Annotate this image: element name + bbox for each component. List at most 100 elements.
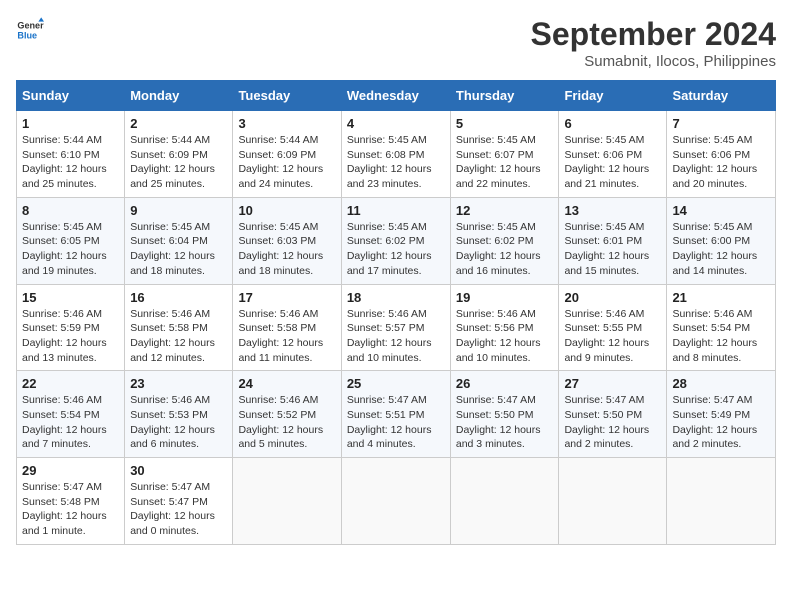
day-info: Sunrise: 5:46 AM Sunset: 5:59 PM Dayligh… (22, 307, 119, 366)
day-info: Sunrise: 5:46 AM Sunset: 5:56 PM Dayligh… (456, 307, 554, 366)
table-cell: 30 Sunrise: 5:47 AM Sunset: 5:47 PM Dayli… (125, 458, 233, 545)
header-row: Sunday Monday Tuesday Wednesday Thursday… (17, 81, 776, 111)
day-number: 11 (347, 203, 445, 218)
day-number: 16 (130, 290, 227, 305)
day-number: 28 (672, 376, 770, 391)
day-number: 26 (456, 376, 554, 391)
day-info: Sunrise: 5:47 AM Sunset: 5:48 PM Dayligh… (22, 480, 119, 539)
day-info: Sunrise: 5:45 AM Sunset: 6:03 PM Dayligh… (238, 220, 335, 279)
day-info: Sunrise: 5:47 AM Sunset: 5:47 PM Dayligh… (130, 480, 227, 539)
svg-text:General: General (17, 21, 44, 31)
table-cell (559, 458, 667, 545)
month-title: September 2024 (531, 16, 776, 53)
col-thursday: Thursday (450, 81, 559, 111)
table-cell: 8Sunrise: 5:45 AM Sunset: 6:05 PM Daylig… (17, 197, 125, 284)
day-number: 1 (22, 116, 119, 131)
table-cell (341, 458, 450, 545)
table-cell: 5 Sunrise: 5:45 AM Sunset: 6:07 PM Daylig… (450, 111, 559, 198)
day-info: Sunrise: 5:45 AM Sunset: 6:01 PM Dayligh… (564, 220, 661, 279)
col-saturday: Saturday (667, 81, 776, 111)
svg-text:Blue: Blue (17, 30, 37, 40)
table-cell: 20Sunrise: 5:46 AM Sunset: 5:55 PM Dayli… (559, 284, 667, 371)
day-info: Sunrise: 5:44 AM Sunset: 6:09 PM Dayligh… (238, 133, 335, 192)
day-info: Sunrise: 5:47 AM Sunset: 5:50 PM Dayligh… (564, 393, 661, 452)
table-cell: 10 Sunrise: 5:45 AM Sunset: 6:03 PM Dayli… (233, 197, 341, 284)
table-cell: 23 Sunrise: 5:46 AM Sunset: 5:53 PM Dayli… (125, 371, 233, 458)
table-cell: 18Sunrise: 5:46 AM Sunset: 5:57 PM Dayli… (341, 284, 450, 371)
day-number: 24 (238, 376, 335, 391)
table-cell: 19Sunrise: 5:46 AM Sunset: 5:56 PM Dayli… (450, 284, 559, 371)
table-cell: 29 Sunrise: 5:47 AM Sunset: 5:48 PM Dayli… (17, 458, 125, 545)
table-cell: 7 Sunrise: 5:45 AM Sunset: 6:06 PM Daylig… (667, 111, 776, 198)
day-number: 12 (456, 203, 554, 218)
day-number: 25 (347, 376, 445, 391)
day-info: Sunrise: 5:46 AM Sunset: 5:54 PM Dayligh… (22, 393, 119, 452)
day-number: 29 (22, 463, 119, 478)
day-info: Sunrise: 5:45 AM Sunset: 6:02 PM Dayligh… (347, 220, 445, 279)
table-cell: 25 Sunrise: 5:47 AM Sunset: 5:51 PM Dayli… (341, 371, 450, 458)
day-info: Sunrise: 5:45 AM Sunset: 6:00 PM Dayligh… (672, 220, 770, 279)
table-cell (233, 458, 341, 545)
day-info: Sunrise: 5:45 AM Sunset: 6:06 PM Dayligh… (672, 133, 770, 192)
table-cell: 28Sunrise: 5:47 AM Sunset: 5:49 PM Dayli… (667, 371, 776, 458)
day-number: 27 (564, 376, 661, 391)
table-cell: 9 Sunrise: 5:45 AM Sunset: 6:04 PM Daylig… (125, 197, 233, 284)
day-info: Sunrise: 5:46 AM Sunset: 5:54 PM Dayligh… (672, 307, 770, 366)
page-header: General Blue September 2024 Sumabnit, Il… (16, 16, 776, 70)
day-number: 7 (672, 116, 770, 131)
table-cell: 26 Sunrise: 5:47 AM Sunset: 5:50 PM Dayli… (450, 371, 559, 458)
day-info: Sunrise: 5:46 AM Sunset: 5:58 PM Dayligh… (130, 307, 227, 366)
table-cell: 17Sunrise: 5:46 AM Sunset: 5:58 PM Dayli… (233, 284, 341, 371)
table-cell: 16 Sunrise: 5:46 AM Sunset: 5:58 PM Dayli… (125, 284, 233, 371)
table-cell (450, 458, 559, 545)
day-info: Sunrise: 5:45 AM Sunset: 6:07 PM Dayligh… (456, 133, 554, 192)
day-number: 21 (672, 290, 770, 305)
logo-icon: General Blue (16, 16, 44, 44)
table-cell (667, 458, 776, 545)
day-number: 23 (130, 376, 227, 391)
day-number: 4 (347, 116, 445, 131)
table-cell: 4 Sunrise: 5:45 AM Sunset: 6:08 PM Daylig… (341, 111, 450, 198)
day-number: 13 (564, 203, 661, 218)
table-cell: 2 Sunrise: 5:44 AM Sunset: 6:09 PM Daylig… (125, 111, 233, 198)
day-number: 17 (238, 290, 335, 305)
col-monday: Monday (125, 81, 233, 111)
table-cell: 3 Sunrise: 5:44 AM Sunset: 6:09 PM Daylig… (233, 111, 341, 198)
table-cell: 13 Sunrise: 5:45 AM Sunset: 6:01 PM Dayli… (559, 197, 667, 284)
table-cell: 15 Sunrise: 5:46 AM Sunset: 5:59 PM Dayli… (17, 284, 125, 371)
day-number: 30 (130, 463, 227, 478)
day-info: Sunrise: 5:45 AM Sunset: 6:02 PM Dayligh… (456, 220, 554, 279)
calendar-table: Sunday Monday Tuesday Wednesday Thursday… (16, 80, 776, 545)
day-number: 6 (564, 116, 661, 131)
day-info: Sunrise: 5:47 AM Sunset: 5:50 PM Dayligh… (456, 393, 554, 452)
day-info: Sunrise: 5:45 AM Sunset: 6:05 PM Dayligh… (22, 220, 119, 279)
day-number: 5 (456, 116, 554, 131)
calendar-week-row: 1Sunrise: 5:44 AM Sunset: 6:10 PM Daylig… (17, 111, 776, 198)
table-cell: 24 Sunrise: 5:46 AM Sunset: 5:52 PM Dayli… (233, 371, 341, 458)
logo: General Blue (16, 16, 44, 44)
day-number: 10 (238, 203, 335, 218)
day-info: Sunrise: 5:46 AM Sunset: 5:53 PM Dayligh… (130, 393, 227, 452)
table-cell: 11 Sunrise: 5:45 AM Sunset: 6:02 PM Dayli… (341, 197, 450, 284)
table-cell: 27 Sunrise: 5:47 AM Sunset: 5:50 PM Dayli… (559, 371, 667, 458)
col-wednesday: Wednesday (341, 81, 450, 111)
day-number: 2 (130, 116, 227, 131)
day-info: Sunrise: 5:44 AM Sunset: 6:09 PM Dayligh… (130, 133, 227, 192)
title-area: September 2024 Sumabnit, Ilocos, Philipp… (531, 16, 776, 70)
day-number: 9 (130, 203, 227, 218)
day-info: Sunrise: 5:47 AM Sunset: 5:51 PM Dayligh… (347, 393, 445, 452)
table-cell: 6 Sunrise: 5:45 AM Sunset: 6:06 PM Daylig… (559, 111, 667, 198)
day-number: 18 (347, 290, 445, 305)
calendar-week-row: 15 Sunrise: 5:46 AM Sunset: 5:59 PM Dayli… (17, 284, 776, 371)
table-cell: 12 Sunrise: 5:45 AM Sunset: 6:02 PM Dayli… (450, 197, 559, 284)
col-sunday: Sunday (17, 81, 125, 111)
day-number: 20 (564, 290, 661, 305)
day-info: Sunrise: 5:45 AM Sunset: 6:06 PM Dayligh… (564, 133, 661, 192)
day-info: Sunrise: 5:46 AM Sunset: 5:52 PM Dayligh… (238, 393, 335, 452)
day-info: Sunrise: 5:45 AM Sunset: 6:08 PM Dayligh… (347, 133, 445, 192)
day-number: 15 (22, 290, 119, 305)
day-number: 3 (238, 116, 335, 131)
table-cell: 14Sunrise: 5:45 AM Sunset: 6:00 PM Dayli… (667, 197, 776, 284)
location-subtitle: Sumabnit, Ilocos, Philippines (531, 53, 776, 70)
day-info: Sunrise: 5:45 AM Sunset: 6:04 PM Dayligh… (130, 220, 227, 279)
